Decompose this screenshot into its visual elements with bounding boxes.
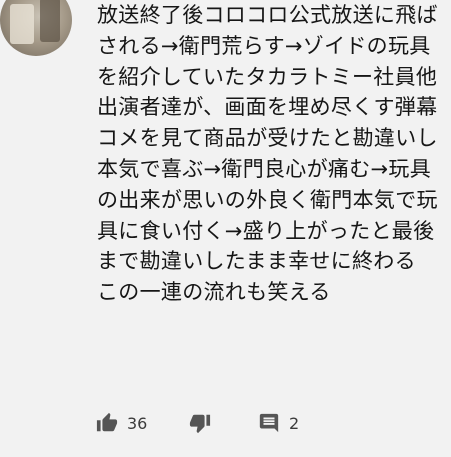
reply-button[interactable]: 2 xyxy=(258,408,299,438)
comment-line: 放送終了後コロコロ公式放送に飛ば xyxy=(97,3,438,27)
avatar[interactable] xyxy=(0,0,72,56)
comment-line: の出来が思いの外良く衛門本気で玩 xyxy=(97,187,438,212)
comment-line: まで勘違いしたまま幸せに終わる xyxy=(97,249,416,274)
like-button[interactable]: 36 xyxy=(96,408,147,438)
comment-line: 出演者達が、画面を埋め尽くす弾幕 xyxy=(97,95,438,120)
comment-line: コメを見て商品が受けたと勘違いし xyxy=(97,126,438,151)
avatar-image-detail xyxy=(10,4,34,44)
comment-card: 放送終了後コロコロ公式放送に飛ば される→衛門荒らす→ゾイドの玩具 を紹介してい… xyxy=(0,0,451,457)
dislike-button[interactable] xyxy=(189,408,211,438)
comment-line: される→衛門荒らす→ゾイドの玩具 xyxy=(97,33,431,58)
reply-count: 2 xyxy=(289,413,300,433)
comment-text: 放送終了後コロコロ公式放送に飛ば される→衛門荒らす→ゾイドの玩具 を紹介してい… xyxy=(97,0,442,308)
comment-line: この一連の流れも笑える xyxy=(97,280,331,305)
comment-actions: 36 2 xyxy=(96,408,436,438)
comment-line: を紹介していたタカラトミー社員他 xyxy=(97,64,438,89)
avatar-image-detail xyxy=(40,0,60,42)
thumbs-up-icon xyxy=(96,412,118,434)
comment-line: 本気で喜ぶ→衛門良心が痛む→玩具 xyxy=(97,156,431,181)
thumbs-down-icon xyxy=(189,412,211,434)
comment-icon xyxy=(258,412,280,434)
comment-line: 具に食い付く→盛り上がったと最後 xyxy=(97,218,435,243)
like-count: 36 xyxy=(127,413,148,433)
